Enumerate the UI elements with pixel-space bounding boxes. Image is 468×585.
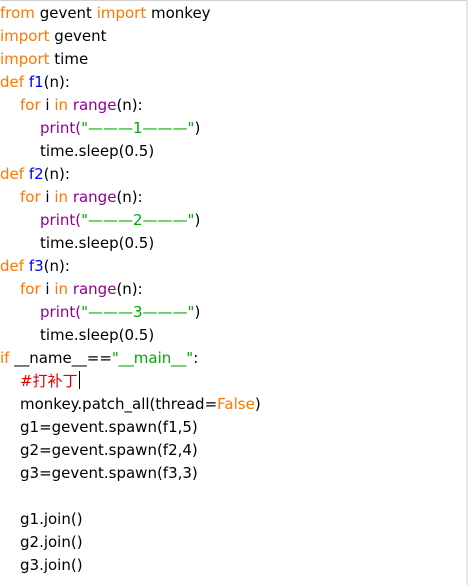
code-text: (n): bbox=[116, 96, 143, 114]
keyword-import: import bbox=[0, 27, 50, 45]
builtin-range: range bbox=[72, 188, 117, 206]
code-text: i bbox=[40, 96, 55, 114]
code-text: (n): bbox=[43, 257, 70, 275]
code-text: gevent bbox=[34, 4, 97, 22]
code-line-for-f2: for i in range(n): bbox=[0, 186, 143, 209]
code-line-join-2: g2.join() bbox=[0, 531, 83, 554]
builtin-print: print bbox=[40, 211, 76, 229]
paren-close: ) bbox=[194, 303, 201, 321]
code-text: ) bbox=[254, 395, 261, 413]
keyword-false: False bbox=[217, 395, 255, 413]
string-literal: "———1———" bbox=[81, 119, 195, 137]
code-line-patch: monkey.patch_all(thread=False) bbox=[0, 393, 261, 416]
function-name: f3 bbox=[28, 257, 44, 275]
code-line-if-main: if __name__=="__main__": bbox=[0, 347, 198, 370]
keyword-import: import bbox=[96, 4, 147, 22]
builtin-range: range bbox=[72, 280, 117, 298]
text-cursor bbox=[78, 371, 80, 389]
paren-close: ) bbox=[194, 119, 201, 137]
function-name: f1 bbox=[28, 73, 44, 91]
keyword-for: for bbox=[20, 188, 41, 206]
keyword-in: in bbox=[54, 280, 69, 298]
code-line-def-f1: def f1(n): bbox=[0, 71, 70, 94]
code-line-comment: #打补丁 bbox=[0, 370, 80, 393]
code-line-join-1: g1.join() bbox=[0, 508, 83, 531]
code-text: monkey bbox=[146, 4, 211, 22]
code-line-for-f3: for i in range(n): bbox=[0, 278, 143, 301]
paren-close: ) bbox=[194, 211, 201, 229]
code-text: g1.join() bbox=[20, 510, 83, 528]
code-line-sleep-f1: time.sleep(0.5) bbox=[0, 140, 154, 163]
code-line-spawn-1: g1=gevent.spawn(f1,5) bbox=[0, 416, 198, 439]
code-text: monkey.patch_all(thread= bbox=[20, 395, 218, 413]
builtin-print: print bbox=[40, 119, 76, 137]
code-line-for-f1: for i in range(n): bbox=[0, 94, 143, 117]
code-text: g1=gevent.spawn(f1,5) bbox=[20, 418, 198, 436]
code-line-2: import gevent bbox=[0, 25, 107, 48]
string-literal: "———2———" bbox=[81, 211, 195, 229]
code-text: time.sleep(0.5) bbox=[40, 326, 155, 344]
code-text: i bbox=[40, 188, 55, 206]
comment: #打补丁 bbox=[20, 372, 78, 390]
code-line-3: import time bbox=[0, 48, 88, 71]
top-border bbox=[0, 0, 468, 1]
code-text: g3.join() bbox=[20, 556, 83, 574]
code-line-spawn-2: g2=gevent.spawn(f2,4) bbox=[0, 439, 198, 462]
code-editor[interactable]: from gevent import monkey import gevent … bbox=[0, 2, 464, 585]
code-text: time bbox=[49, 50, 89, 68]
code-line-def-f2: def f2(n): bbox=[0, 163, 70, 186]
code-line-spawn-3: g3=gevent.spawn(f3,3) bbox=[0, 462, 198, 485]
code-text: (n): bbox=[116, 280, 143, 298]
code-line-sleep-f3: time.sleep(0.5) bbox=[0, 324, 154, 347]
keyword-for: for bbox=[20, 280, 41, 298]
code-text: g2=gevent.spawn(f2,4) bbox=[20, 441, 198, 459]
code-text: g2.join() bbox=[20, 533, 83, 551]
code-text: : bbox=[193, 349, 199, 367]
keyword-def: def bbox=[0, 165, 25, 183]
code-line-sleep-f2: time.sleep(0.5) bbox=[0, 232, 154, 255]
code-line-def-f3: def f3(n): bbox=[0, 255, 70, 278]
code-text: i bbox=[40, 280, 55, 298]
keyword-for: for bbox=[20, 96, 41, 114]
keyword-in: in bbox=[54, 96, 69, 114]
string-literal: "———3———" bbox=[81, 303, 195, 321]
code-text: (n): bbox=[43, 73, 70, 91]
keyword-from: from bbox=[0, 4, 35, 22]
code-line-print-f2: print("———2———") bbox=[0, 209, 200, 232]
code-line-join-3: g3.join() bbox=[0, 554, 83, 577]
code-text: __name__== bbox=[9, 349, 112, 367]
keyword-in: in bbox=[54, 188, 69, 206]
code-text: time.sleep(0.5) bbox=[40, 142, 155, 160]
keyword-import: import bbox=[0, 50, 50, 68]
code-line-1: from gevent import monkey bbox=[0, 2, 211, 25]
keyword-def: def bbox=[0, 257, 25, 275]
string-literal: "__main__" bbox=[111, 349, 194, 367]
code-text: gevent bbox=[49, 27, 107, 45]
function-name: f2 bbox=[28, 165, 44, 183]
code-text: (n): bbox=[116, 188, 143, 206]
code-line-print-f1: print("———1———") bbox=[0, 117, 200, 140]
code-text: (n): bbox=[43, 165, 70, 183]
code-text: time.sleep(0.5) bbox=[40, 234, 155, 252]
code-line-print-f3: print("———3———") bbox=[0, 301, 200, 324]
keyword-def: def bbox=[0, 73, 25, 91]
builtin-range: range bbox=[72, 96, 117, 114]
builtin-print: print bbox=[40, 303, 76, 321]
code-text: g3=gevent.spawn(f3,3) bbox=[20, 464, 198, 482]
